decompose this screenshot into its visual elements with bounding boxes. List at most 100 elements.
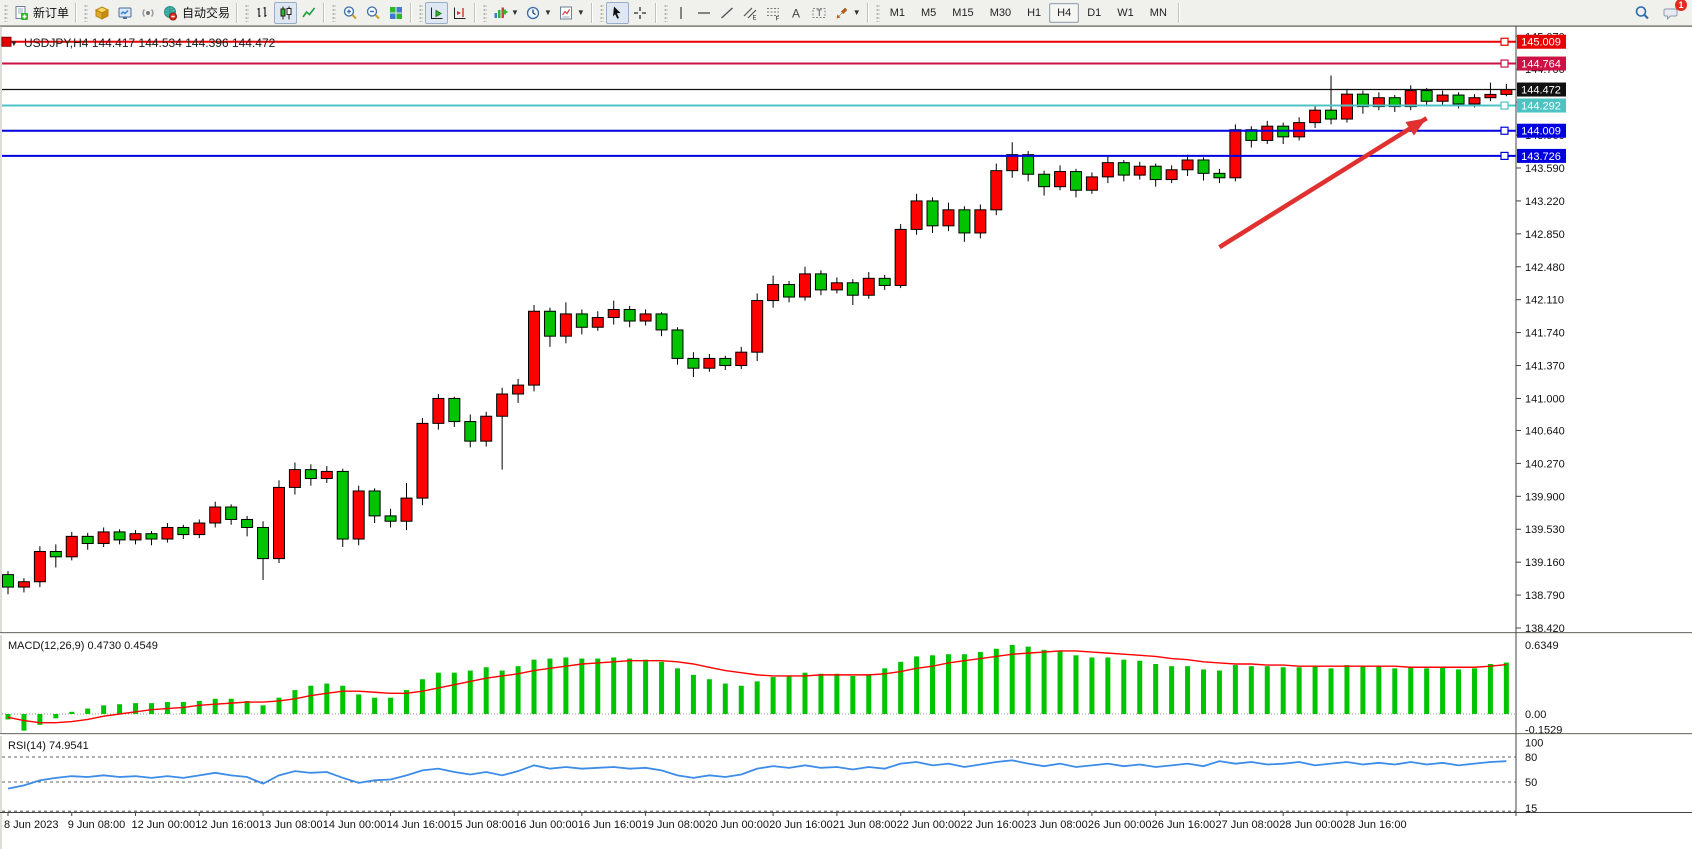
chart-shift-button[interactable] — [448, 2, 471, 24]
timeframe-button-m30[interactable]: M30 — [982, 3, 1019, 23]
timeframe-button-mn[interactable]: MN — [1142, 3, 1175, 23]
candle-19-Jun-04-00[interactable] — [624, 309, 635, 321]
equidistant-channel-button[interactable]: E — [739, 2, 762, 24]
candle-19-Jun-12-00[interactable] — [656, 314, 667, 330]
candle-14-Jun-12-00[interactable] — [369, 491, 380, 516]
toolbar-grip[interactable] — [600, 4, 604, 22]
arrows-button[interactable]: ▼ — [831, 2, 864, 24]
candle-16-Jun-20-00[interactable] — [592, 317, 603, 327]
candle-20-Jun-00-00[interactable] — [704, 358, 715, 368]
candle-13-Jun-00-00[interactable] — [226, 507, 237, 519]
candle-13-Jun-04-00[interactable] — [242, 519, 253, 527]
toolbar-grip[interactable] — [84, 4, 88, 22]
timeframe-button-d1[interactable]: D1 — [1079, 3, 1109, 23]
horizontal-line-button[interactable] — [693, 2, 716, 24]
candle-22-Jun-16-00[interactable] — [959, 210, 970, 233]
market-watch-button[interactable] — [90, 2, 113, 24]
candle-23-Jun-16-00[interactable] — [1055, 172, 1066, 187]
navigator-button[interactable] — [113, 2, 136, 24]
line-endpoint-handle[interactable] — [1501, 38, 1508, 45]
candle-27-Jun-00-00[interactable] — [1182, 160, 1193, 170]
candle-22-Jun-00-00[interactable] — [895, 229, 906, 285]
toolbar-grip[interactable] — [664, 4, 668, 22]
candle-23-Jun-00-00[interactable] — [991, 171, 1002, 210]
toolbar-grip[interactable] — [245, 4, 249, 22]
candle-21-Jun-08-00[interactable] — [831, 283, 842, 290]
text-button[interactable]: A — [785, 2, 808, 24]
candle-30-Jun-08-00[interactable] — [1501, 90, 1512, 95]
timeframe-button-h4[interactable]: H4 — [1049, 3, 1079, 23]
candle-15-Jun-08-00[interactable] — [449, 398, 460, 421]
auto-trading-button[interactable]: 自动交易 — [159, 2, 233, 24]
candle-9-Jun-04-00[interactable] — [50, 551, 61, 556]
candle-12-Jun-16-00[interactable] — [194, 523, 205, 535]
candle-23-Jun-04-00[interactable] — [1007, 155, 1018, 171]
chart-menu-marker[interactable]: ▼ — [10, 39, 18, 48]
cursor-button[interactable] — [606, 2, 629, 24]
candle-20-Jun-04-00[interactable] — [720, 358, 731, 365]
price-label-143.726[interactable]: 143.726 — [1517, 149, 1566, 163]
candle-21-Jun-20-00[interactable] — [879, 278, 890, 285]
candle-28-Jun-16-00[interactable] — [1341, 94, 1352, 119]
toolbar-grip[interactable] — [876, 4, 880, 22]
candle-22-Jun-04-00[interactable] — [911, 201, 922, 229]
periods-button[interactable]: ▼ — [522, 2, 555, 24]
candle-20-Jun-12-00[interactable] — [752, 301, 763, 353]
candle-15-Jun-12-00[interactable] — [465, 422, 476, 442]
candle-28-Jun-12-00[interactable] — [1326, 110, 1337, 119]
candle-29-Jun-20-00[interactable] — [1453, 95, 1464, 104]
new-order-button[interactable]: 新订单 — [10, 2, 72, 24]
candle-30-Jun-00-00[interactable] — [1469, 98, 1480, 104]
candle-20-Jun-16-00[interactable] — [768, 285, 779, 301]
candle-12-Jun-04-00[interactable] — [146, 534, 157, 539]
candle-26-Jun-16-00[interactable] — [1150, 166, 1161, 179]
candle-15-Jun-16-00[interactable] — [481, 416, 492, 441]
crosshair-button[interactable] — [629, 2, 652, 24]
candle-27-Jun-08-00[interactable] — [1214, 173, 1225, 177]
zoom-in-button[interactable] — [338, 2, 361, 24]
notifications-button[interactable]: 1 — [1659, 2, 1682, 24]
line-endpoint-handle[interactable] — [1501, 152, 1508, 159]
candle-14-Jun-00-00[interactable] — [321, 471, 332, 478]
line-endpoint-handle[interactable] — [1501, 102, 1508, 109]
candle-16-Jun-00-00[interactable] — [513, 385, 524, 394]
auto-scroll-button[interactable] — [425, 2, 448, 24]
candle-12-Jun-00-00[interactable] — [130, 534, 141, 540]
candle-23-Jun-12-00[interactable] — [1039, 174, 1050, 186]
candle-16-Jun-12-00[interactable] — [560, 314, 571, 336]
candle-26-Jun-20-00[interactable] — [1166, 170, 1177, 180]
candle-9-Jun-00-00[interactable] — [34, 551, 45, 581]
timeframe-button-m1[interactable]: M1 — [882, 3, 913, 23]
timeframe-button-h1[interactable]: H1 — [1019, 3, 1049, 23]
candle-15-Jun-20-00[interactable] — [497, 394, 508, 416]
webinar-button[interactable] — [136, 2, 159, 24]
candle-15-Jun-04-00[interactable] — [433, 398, 444, 423]
price-label-144.292[interactable]: 144.292 — [1517, 99, 1566, 113]
candle-9-Jun-16-00[interactable] — [98, 532, 109, 544]
candle-21-Jun-12-00[interactable] — [847, 283, 858, 295]
candle-20-Jun-08-00[interactable] — [736, 352, 747, 365]
candle-21-Jun-16-00[interactable] — [863, 278, 874, 295]
candle-22-Jun-08-00[interactable] — [927, 201, 938, 226]
candle-12-Jun-12-00[interactable] — [178, 527, 189, 534]
candle-26-Jun-12-00[interactable] — [1134, 166, 1145, 175]
price-label-144.009[interactable]: 144.009 — [1517, 124, 1566, 138]
candle-14-Jun-16-00[interactable] — [385, 516, 396, 521]
candle-14-Jun-04-00[interactable] — [337, 471, 348, 539]
candle-19-Jun-20-00[interactable] — [688, 358, 699, 368]
candle-12-Jun-20-00[interactable] — [210, 507, 221, 523]
candle-16-Jun-04-00[interactable] — [529, 311, 540, 385]
candle-8-Jun-20-00[interactable] — [18, 582, 29, 587]
bar-chart-button[interactable] — [251, 2, 274, 24]
toolbar-grip[interactable] — [483, 4, 487, 22]
candle-27-Jun-12-00[interactable] — [1230, 130, 1241, 178]
candle-29-Jun-12-00[interactable] — [1421, 91, 1432, 102]
text-label-button[interactable]: T — [808, 2, 831, 24]
candle-29-Jun-16-00[interactable] — [1437, 95, 1448, 101]
chart-canvas[interactable]: ▼USDJPY,H4 144.417 144.534 144.396 144.4… — [0, 26, 1692, 849]
candlestick-button[interactable] — [274, 2, 297, 24]
timeframe-button-m15[interactable]: M15 — [944, 3, 981, 23]
zoom-out-button[interactable] — [361, 2, 384, 24]
candle-23-Jun-20-00[interactable] — [1070, 172, 1081, 191]
candle-22-Jun-12-00[interactable] — [943, 210, 954, 226]
